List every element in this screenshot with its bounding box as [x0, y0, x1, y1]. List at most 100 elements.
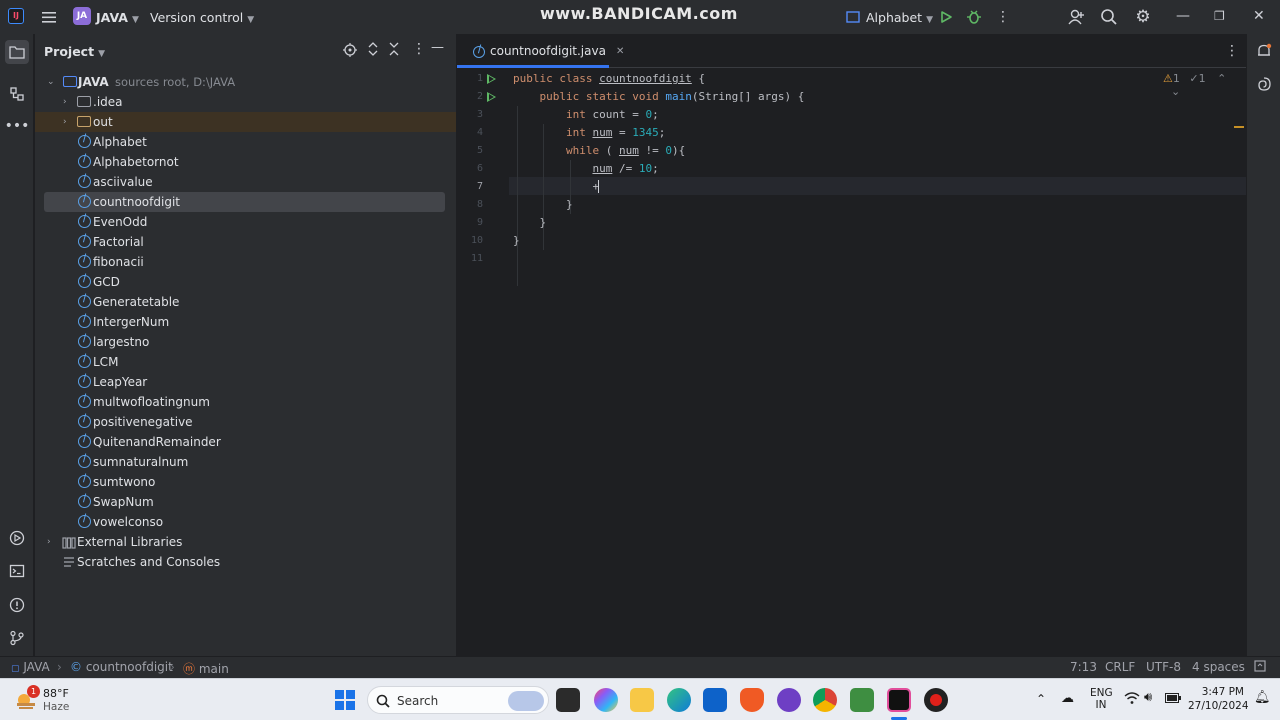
settings-gear-icon[interactable]: ⚙: [1133, 7, 1153, 27]
code-line[interactable]: num /= 10;: [513, 160, 658, 178]
tree-file[interactable]: Alphabetornot: [35, 152, 456, 172]
file-explorer-icon[interactable]: [630, 688, 654, 712]
clock[interactable]: 3:47 PM 27/10/2024: [1188, 686, 1249, 712]
microsoft-store-icon[interactable]: [703, 688, 727, 712]
tree-folder-out[interactable]: › out: [35, 112, 456, 132]
tree-file[interactable]: GCD: [35, 272, 456, 292]
structure-icon[interactable]: [7, 84, 27, 104]
main-menu-icon[interactable]: [40, 8, 58, 26]
game-app-icon[interactable]: [850, 688, 874, 712]
code-line[interactable]: }: [513, 214, 546, 232]
breadcrumb-class[interactable]: © countnoofdigit: [70, 660, 173, 674]
inspection-widget[interactable]: ⚠1 ✓1 ⌃ ⌄: [1163, 72, 1246, 98]
project-view-selector[interactable]: Project ▼: [44, 44, 105, 59]
tree-root-java[interactable]: ⌄ JAVA sources root, D:\JAVA: [35, 72, 456, 92]
project-selector[interactable]: JAVA ▼: [96, 10, 139, 25]
expand-all-icon[interactable]: [367, 41, 379, 61]
weather-widget[interactable]: 1: [14, 685, 40, 715]
panel-options-icon[interactable]: ⋮: [412, 41, 426, 57]
chevron-right-icon[interactable]: ›: [63, 92, 67, 112]
indent-setting[interactable]: 4 spaces: [1192, 660, 1245, 674]
tree-folder-idea[interactable]: › .idea: [35, 92, 456, 112]
edge-browser-icon[interactable]: [667, 688, 691, 712]
hide-panel-icon[interactable]: —: [431, 40, 444, 55]
code-line[interactable]: }: [513, 232, 520, 250]
code-line[interactable]: public class countnoofdigit {: [513, 70, 705, 88]
tree-file[interactable]: SwapNum: [35, 492, 456, 512]
read-only-lock-icon[interactable]: [1254, 660, 1266, 675]
tree-file-selected[interactable]: countnoofdigit: [44, 192, 445, 212]
notification-center-icon[interactable]: 🔔︎: [1254, 690, 1271, 705]
run-main-gutter-icon[interactable]: [487, 92, 496, 102]
language-indicator[interactable]: ENG IN: [1090, 687, 1113, 711]
tree-file[interactable]: asciivalue: [35, 172, 456, 192]
chrome-browser-icon[interactable]: [813, 688, 837, 712]
battery-icon[interactable]: [1165, 693, 1181, 706]
code-line[interactable]: while ( num != 0){: [513, 142, 685, 160]
intellij-taskbar-icon[interactable]: [887, 688, 911, 712]
file-encoding[interactable]: UTF-8: [1146, 660, 1181, 674]
run-button[interactable]: [935, 6, 957, 28]
problems-icon[interactable]: [7, 595, 27, 615]
tree-file[interactable]: Alphabet: [35, 132, 456, 152]
copilot-icon[interactable]: [594, 688, 618, 712]
bandicam-record-icon[interactable]: [924, 688, 948, 712]
tree-file[interactable]: largestno: [35, 332, 456, 352]
add-user-icon[interactable]: [1066, 8, 1086, 26]
git-icon[interactable]: [7, 628, 27, 648]
code-line[interactable]: public static void main(String[] args) {: [513, 88, 804, 106]
code-line[interactable]: int num = 1345;: [513, 124, 665, 142]
tree-file[interactable]: sumnaturalnum: [35, 452, 456, 472]
chevron-down-icon[interactable]: ⌄: [47, 72, 55, 92]
cloud-sync-icon[interactable]: ☁: [1061, 691, 1074, 706]
tree-file[interactable]: LeapYear: [35, 372, 456, 392]
windows-start-icon[interactable]: [333, 688, 357, 712]
line-separator[interactable]: CRLF: [1105, 660, 1135, 674]
tree-file[interactable]: multwofloatingnum: [35, 392, 456, 412]
locate-file-icon[interactable]: [343, 43, 357, 61]
debug-button[interactable]: [963, 6, 985, 28]
run-config-selector[interactable]: Alphabet ▼: [866, 10, 933, 25]
brave-browser-icon[interactable]: [740, 688, 764, 712]
editor-tab-countnoofdigit[interactable]: countnoofdigit.java ✕: [465, 34, 624, 68]
chevron-right-icon[interactable]: ›: [47, 532, 51, 552]
code-line[interactable]: int count = 0;: [513, 106, 659, 124]
tree-file[interactable]: fibonacii: [35, 252, 456, 272]
tray-overflow-icon[interactable]: ⌃: [1036, 692, 1046, 706]
project-folder-icon[interactable]: [5, 40, 29, 64]
terminal-icon[interactable]: [7, 561, 27, 581]
tree-file[interactable]: Generatetable: [35, 292, 456, 312]
more-actions-icon[interactable]: ⋮: [996, 8, 1010, 26]
chevron-right-icon[interactable]: ›: [63, 112, 67, 132]
tree-file[interactable]: LCM: [35, 352, 456, 372]
tree-file[interactable]: EvenOdd: [35, 212, 456, 232]
breadcrumb-method[interactable]: ⓜ main: [183, 660, 229, 677]
collapse-all-icon[interactable]: [388, 41, 400, 61]
version-control-menu[interactable]: Version control ▼: [150, 10, 254, 25]
notifications-bell-icon[interactable]: [1254, 41, 1274, 61]
task-view-icon[interactable]: [556, 688, 580, 712]
tree-file[interactable]: QuitenandRemainder: [35, 432, 456, 452]
error-stripe-marker[interactable]: [1234, 126, 1244, 128]
next-highlight-icon[interactable]: ⌄: [1171, 85, 1180, 98]
tab-options-icon[interactable]: ⋮: [1225, 43, 1239, 59]
project-badge[interactable]: JA: [73, 7, 91, 25]
search-icon[interactable]: [1100, 8, 1118, 26]
code-line[interactable]: }: [513, 196, 573, 214]
caret-position[interactable]: 7:13: [1070, 660, 1097, 674]
services-icon[interactable]: [7, 528, 27, 548]
more-tools-icon[interactable]: •••: [5, 116, 30, 136]
tree-file[interactable]: sumtwono: [35, 472, 456, 492]
restore-button[interactable]: ❐: [1214, 9, 1225, 23]
run-class-gutter-icon[interactable]: [487, 74, 496, 84]
volume-icon[interactable]: 🔊︎: [1144, 690, 1152, 705]
tree-file[interactable]: Factorial: [35, 232, 456, 252]
taskbar-search-box[interactable]: Search: [367, 686, 549, 714]
prev-highlight-icon[interactable]: ⌃: [1217, 72, 1226, 85]
tree-file[interactable]: vowelconso: [35, 512, 456, 532]
tree-file[interactable]: positivenegative: [35, 412, 456, 432]
wifi-icon[interactable]: [1124, 691, 1140, 709]
breadcrumb-project[interactable]: ▢ JAVA: [11, 660, 50, 674]
ai-assistant-icon[interactable]: [1254, 74, 1274, 94]
close-button[interactable]: ✕: [1253, 8, 1265, 24]
